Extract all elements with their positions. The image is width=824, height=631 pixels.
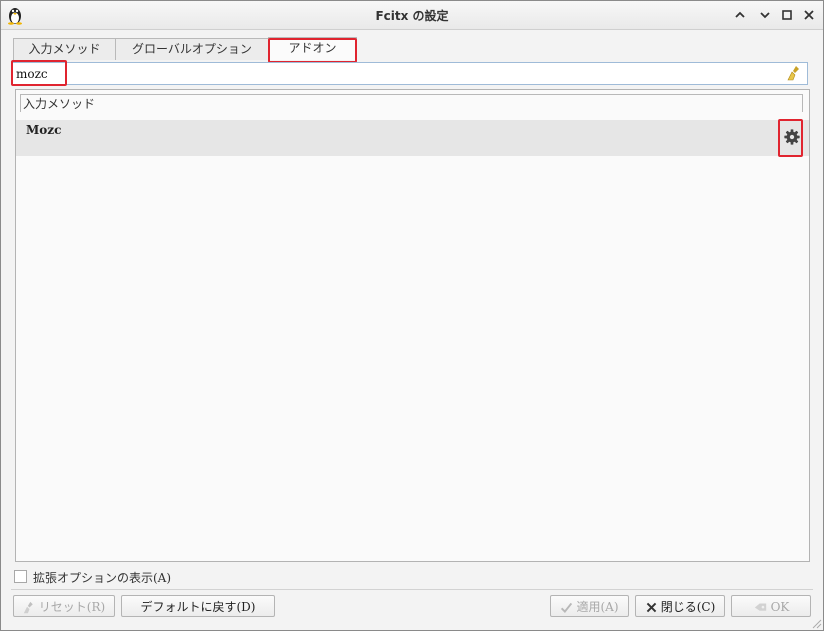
ok-button[interactable]: OK — [731, 595, 811, 617]
tab-highlight-box — [268, 38, 357, 63]
list-item-mozc[interactable]: Mozc — [16, 120, 809, 156]
window-title: Fcitx の設定 — [375, 9, 449, 23]
default-button[interactable]: デフォルトに戻す(D) — [121, 595, 275, 617]
category-header: 入力メソッド — [20, 94, 803, 112]
clear-brush-icon[interactable] — [787, 65, 803, 81]
maximize-button[interactable] — [778, 6, 796, 24]
close-icon — [804, 10, 814, 20]
title-bar: Fcitx の設定 — [1, 1, 823, 30]
square-icon — [782, 10, 792, 20]
apply-label: 適用(A) — [576, 600, 619, 614]
x-icon — [646, 602, 656, 613]
brush-icon — [23, 601, 33, 614]
advanced-option-label: 拡張オプションの表示(A) — [33, 571, 172, 585]
reset-button[interactable]: リセット(R) — [13, 595, 115, 617]
apply-button[interactable]: 適用(A) — [550, 595, 629, 617]
close-window-button[interactable] — [800, 6, 818, 24]
chevron-up-icon — [735, 11, 745, 18]
minimize-button[interactable] — [731, 6, 749, 24]
ok-icon — [754, 603, 766, 611]
divider — [11, 589, 813, 590]
search-input[interactable] — [16, 65, 756, 82]
restore-button[interactable] — [756, 6, 774, 24]
addon-list: 入力メソッド Mozc — [15, 89, 810, 562]
tab-global-options[interactable]: グローバルオプション — [115, 38, 269, 60]
item-name: Mozc — [26, 123, 62, 137]
resize-grip-icon[interactable] — [812, 619, 822, 629]
ok-label: OK — [770, 600, 790, 614]
close-label: 閉じる(C) — [660, 600, 716, 614]
search-field[interactable] — [11, 62, 808, 85]
chevron-down-icon — [760, 12, 770, 19]
check-icon — [561, 602, 573, 614]
gear-highlight-box — [778, 119, 803, 157]
search-highlight-box — [11, 60, 67, 86]
close-button[interactable]: 閉じる(C) — [635, 595, 725, 617]
fcitx-config-window: Fcitx の設定 入力メソッド グローバルオプション アドオン 入力メソッド … — [0, 0, 824, 631]
advanced-option-checkbox[interactable] — [14, 570, 27, 583]
reset-label: リセット(R) — [38, 600, 106, 614]
default-label: デフォルトに戻す(D) — [140, 600, 256, 614]
tab-input-method[interactable]: 入力メソッド — [13, 38, 116, 60]
